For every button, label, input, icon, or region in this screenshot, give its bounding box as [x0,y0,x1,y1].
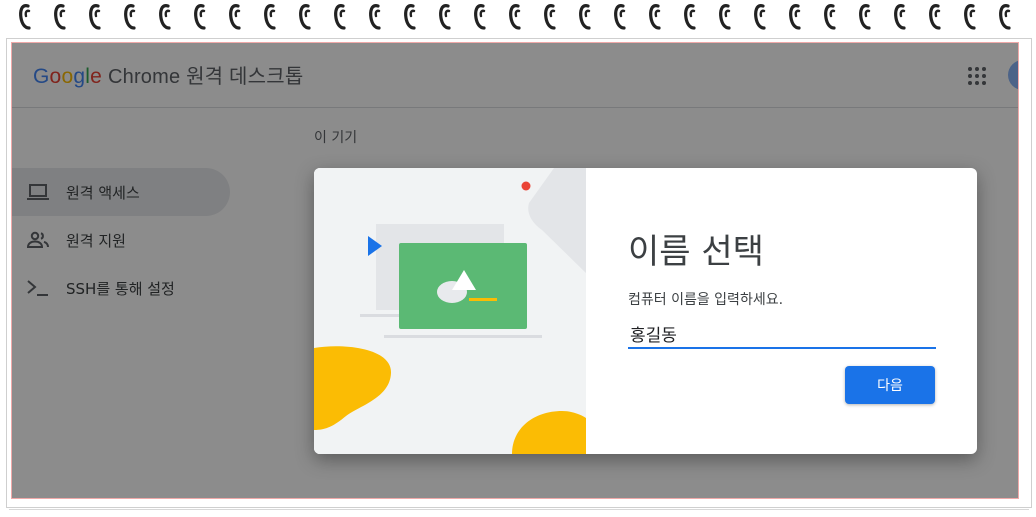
dialog-title: 이름 선택 [628,232,764,272]
binding-ring [858,2,872,30]
binding-ring [753,2,767,30]
binding-ring [578,2,592,30]
binding-ring [368,2,382,30]
paper-edge [9,500,1029,510]
binding-ring [228,2,242,30]
computer-name-input[interactable] [628,319,936,349]
binding-ring [18,2,32,30]
binding-ring [53,2,67,30]
next-button[interactable]: 다음 [845,366,935,404]
binding-ring [998,2,1012,30]
binding-ring [438,2,452,30]
dialog-form: 이름 선택 컴퓨터 이름을 입력하세요. 다음 [586,168,977,454]
name-dialog: 이름 선택 컴퓨터 이름을 입력하세요. 다음 [314,168,977,454]
binding-ring [403,2,417,30]
binding-ring [683,2,697,30]
binding-ring [508,2,522,30]
binding-ring [88,2,102,30]
binding-ring [718,2,732,30]
app-window: Google Chrome 원격 데스크톱 원격 액세스 원격 지원 SSH를 통… [11,42,1019,499]
binding-ring [543,2,557,30]
binding-ring [263,2,277,30]
binding-ring [963,2,977,30]
dialog-illustration [314,168,586,454]
binding-ring [928,2,942,30]
binding-ring [123,2,137,30]
binding-ring [788,2,802,30]
binding-ring [473,2,487,30]
binding-ring [823,2,837,30]
dialog-description: 컴퓨터 이름을 입력하세요. [628,292,784,308]
binding-ring [333,2,347,30]
binding-ring [158,2,172,30]
binding-ring [193,2,207,30]
binding-ring [893,2,907,30]
spiral-binding [0,0,1036,34]
binding-ring [613,2,627,30]
binding-ring [648,2,662,30]
binding-ring [298,2,312,30]
computer-illustration-icon [314,168,586,454]
